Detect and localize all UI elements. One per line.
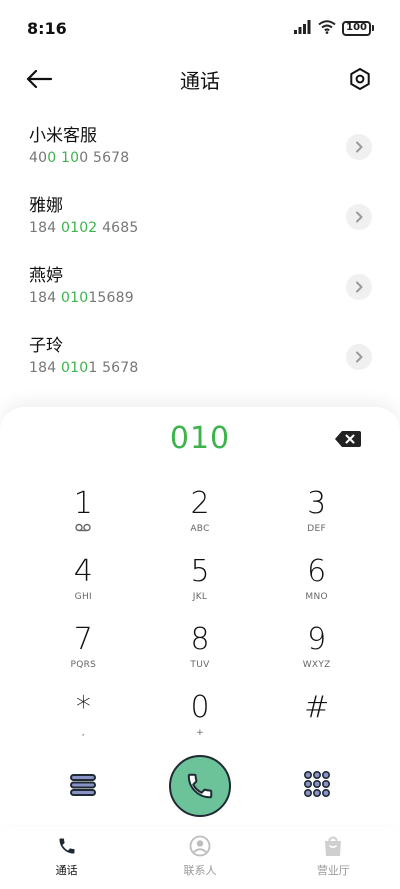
key-5[interactable]: 5 JKL [142, 545, 259, 613]
key-digit: # [304, 690, 330, 725]
key-8[interactable]: 8 TUV [142, 613, 259, 681]
contact-list: 小米客服 400 100 5678 雅娜 184 0102 4685 燕婷 18… [0, 112, 400, 392]
contact-name: 燕婷 [29, 266, 63, 286]
backspace-button[interactable] [334, 429, 362, 449]
key-2[interactable]: 2 ABC [142, 477, 259, 545]
backspace-icon [335, 431, 361, 447]
key-digit: 8 [190, 622, 210, 657]
key-digit: 7 [73, 622, 93, 657]
contact-name: 雅娜 [29, 196, 63, 216]
chevron-right-icon [356, 211, 363, 223]
person-icon [189, 835, 211, 857]
key-6[interactable]: 6 MNO [258, 545, 375, 613]
key-star[interactable]: * , [25, 681, 142, 749]
phone-icon [187, 773, 213, 799]
key-letters: WXYZ [302, 660, 331, 670]
key-3[interactable]: 3 DEF [258, 477, 375, 545]
phone-icon [56, 835, 78, 857]
contact-item[interactable]: 小米客服 400 100 5678 [0, 112, 400, 182]
wifi-icon [318, 19, 336, 38]
arrow-left-icon [26, 69, 52, 89]
key-hash[interactable]: # [258, 681, 375, 749]
key-letters: + [196, 728, 204, 738]
chevron-right-icon [356, 351, 363, 363]
contact-number: 184 01015689 [29, 290, 134, 306]
menu-icon [70, 774, 96, 796]
key-letters: PQRS [70, 660, 97, 670]
battery-cap [372, 25, 374, 31]
contact-item[interactable]: 燕婷 184 01015689 [0, 252, 400, 322]
chevron-right-icon [356, 141, 363, 153]
key-digit: 3 [307, 486, 327, 521]
status-time: 8:16 [27, 18, 67, 38]
status-icons: 100 [294, 19, 374, 38]
settings-button[interactable] [346, 65, 374, 93]
back-button[interactable] [26, 66, 56, 92]
nav-item-calls[interactable]: 通话 [12, 835, 122, 878]
nav-label: 通话 [55, 864, 78, 877]
hexagon-settings-icon [350, 68, 370, 90]
status-bar: 8:16 100 [0, 0, 400, 56]
key-letters: TUV [190, 660, 210, 670]
key-letters: , [81, 728, 85, 738]
key-digit: 9 [307, 622, 327, 657]
nav-label: 联系人 [183, 864, 217, 877]
chevron-right-icon [356, 281, 363, 293]
keypad-toggle-button[interactable] [303, 770, 331, 798]
nav-item-contacts[interactable]: 联系人 [145, 835, 255, 878]
key-letters: DEF [307, 524, 326, 534]
key-digit: 0 [190, 690, 210, 725]
contact-number: 184 0101 5678 [29, 360, 139, 376]
contact-item[interactable]: 雅娜 184 0102 4685 [0, 182, 400, 252]
call-button[interactable] [169, 755, 231, 817]
dialpad-action-row [0, 752, 400, 818]
key-digit: 2 [190, 486, 210, 521]
key-digit: * [75, 690, 91, 725]
key-7[interactable]: 7 PQRS [25, 613, 142, 681]
key-9[interactable]: 9 WXYZ [258, 613, 375, 681]
bottom-nav: 通话 联系人 营业厅 [0, 825, 400, 889]
menu-button[interactable] [68, 770, 98, 800]
battery-icon: 100 [342, 20, 371, 36]
shopping-bag-icon [322, 835, 344, 857]
dialpad-panel: 010 1 2 ABC 3 DEF 4 GHI 5 JKL 6 MNO 7 PQ… [0, 407, 400, 825]
key-digit: 5 [190, 554, 210, 589]
contact-name: 子玲 [29, 336, 63, 356]
contact-detail-button[interactable] [346, 204, 372, 230]
key-0[interactable]: 0 + [142, 681, 259, 749]
signal-icon [294, 19, 312, 38]
keypad-grid-icon [303, 770, 330, 797]
key-letters: JKL [192, 592, 208, 602]
key-digit: 4 [73, 554, 93, 589]
contact-number: 184 0102 4685 [29, 220, 139, 236]
voicemail-icon [75, 523, 92, 535]
key-letters: GHI [74, 592, 92, 602]
contact-detail-button[interactable] [346, 344, 372, 370]
key-digit: 6 [307, 554, 327, 589]
key-1[interactable]: 1 [25, 477, 142, 545]
key-digit: 1 [73, 486, 93, 521]
nav-label: 营业厅 [316, 864, 350, 877]
contact-number: 400 100 5678 [29, 150, 130, 166]
header: 通话 [0, 56, 400, 102]
nav-item-service-hall[interactable]: 营业厅 [278, 835, 388, 878]
contact-name: 小米客服 [29, 126, 97, 146]
contact-item[interactable]: 子玲 184 0101 5678 [0, 322, 400, 392]
keypad-grid: 1 2 ABC 3 DEF 4 GHI 5 JKL 6 MNO 7 PQRS 8… [25, 477, 375, 749]
key-letters: ABC [190, 524, 210, 534]
key-letters: MNO [305, 592, 328, 602]
key-4[interactable]: 4 GHI [25, 545, 142, 613]
contact-detail-button[interactable] [346, 274, 372, 300]
page-title: 通话 [180, 68, 220, 93]
contact-detail-button[interactable] [346, 134, 372, 160]
